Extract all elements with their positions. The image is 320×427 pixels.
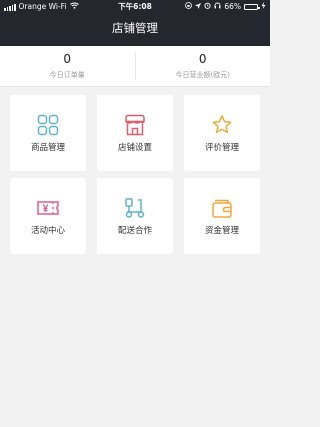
headphones-icon [214, 0, 221, 14]
menu-delivery-cooperation[interactable]: 配送合作 [97, 178, 173, 254]
menu-label: 配送合作 [117, 226, 152, 236]
revenue-amount: 0 [198, 52, 207, 66]
battery-percent: 66% [224, 2, 241, 11]
menu-label: 店铺设置 [117, 143, 152, 153]
orders-label: 今日订单量 [49, 71, 85, 79]
revenue-label: 今日营业额(欧元) [175, 71, 230, 79]
orders-count: 0 [63, 52, 72, 66]
alarm-icon [204, 0, 211, 14]
status-bar: Orange Wi-Fi 下午6:08 66% [0, 0, 270, 14]
menu-label: 商品管理 [30, 143, 65, 153]
star-icon [212, 115, 232, 134]
goods-grid-icon [37, 114, 59, 136]
coupon-yen-icon [37, 201, 59, 215]
wallet-icon [212, 199, 232, 218]
stats-bar: 0 今日订单量 0 今日营业额(欧元) [0, 46, 270, 87]
menu-label: 资金管理 [204, 226, 239, 236]
menu-funds-management[interactable]: 资金管理 [184, 178, 260, 254]
scooter-icon [125, 198, 145, 218]
charging-icon [261, 0, 266, 14]
stat-orders: 0 今日订单量 [0, 46, 135, 86]
top-bar: Orange Wi-Fi 下午6:08 66% 店铺管理 [0, 0, 270, 46]
menu-review-management[interactable]: 评价管理 [184, 95, 260, 171]
menu-label: 评价管理 [204, 143, 239, 153]
store-icon [125, 114, 145, 136]
menu-label: 活动中心 [30, 226, 65, 236]
location-icon [195, 0, 202, 14]
page-title: 店铺管理 [112, 21, 158, 35]
lock-rotation-icon [185, 0, 193, 14]
menu-goods-management[interactable]: 商品管理 [10, 95, 86, 171]
stat-revenue: 0 今日营业额(欧元) [134, 52, 271, 80]
menu-grid: 商品管理 店铺设置 评价管理 活动中心 配送合作 资金管理 [10, 95, 260, 254]
menu-store-settings[interactable]: 店铺设置 [97, 95, 173, 171]
menu-activity-center[interactable]: 活动中心 [10, 178, 86, 254]
battery-icon [244, 4, 260, 10]
